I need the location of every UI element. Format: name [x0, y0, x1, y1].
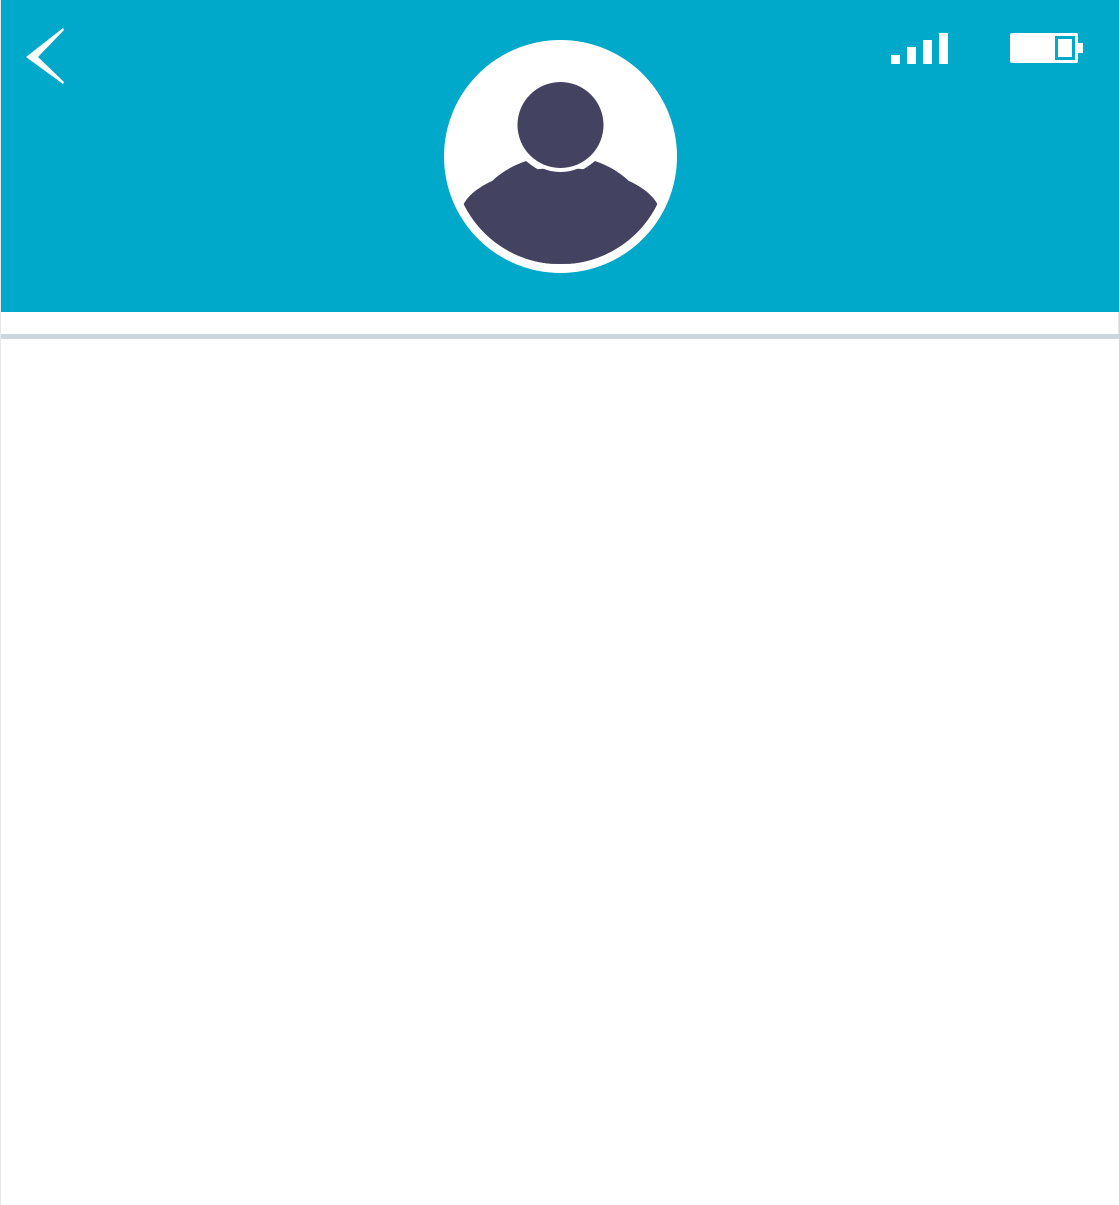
- user-avatar[interactable]: [444, 40, 677, 273]
- back-button[interactable]: [19, 22, 73, 90]
- battery-icon: [1007, 31, 1085, 67]
- signal-strength-icon: [889, 32, 951, 66]
- profile-screen: [0, 0, 1119, 1205]
- profile-content-area: [1, 339, 1119, 1205]
- user-avatar-icon: [444, 40, 677, 273]
- profile-header: [1, 0, 1119, 312]
- chevron-left-icon: [26, 28, 64, 84]
